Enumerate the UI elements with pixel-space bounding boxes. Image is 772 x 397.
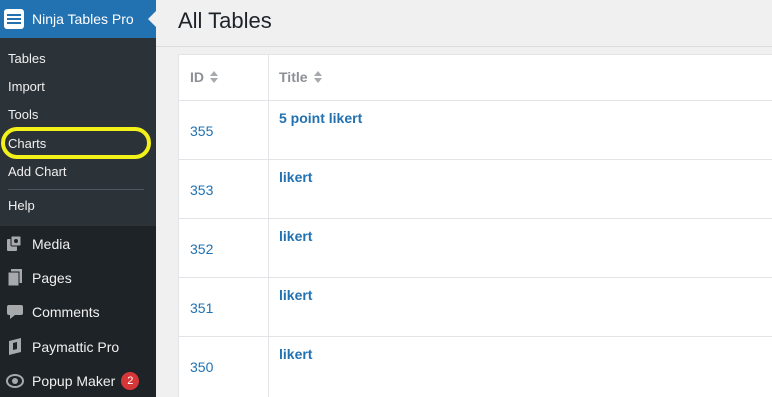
- submenu: Tables Import Tools Charts Add Chart Hel…: [0, 38, 156, 226]
- row-divider: [178, 277, 772, 278]
- submenu-item-tables[interactable]: Tables: [8, 51, 46, 66]
- menu-item-label: Paymattic Pro: [32, 339, 120, 355]
- table-row-title[interactable]: likert: [279, 346, 312, 362]
- table-row-id[interactable]: 352: [190, 241, 213, 257]
- row-divider: [178, 159, 772, 160]
- table-icon: [4, 9, 24, 29]
- sort-icon: [210, 71, 218, 83]
- submenu-item-tools[interactable]: Tools: [8, 107, 38, 122]
- menu-item-pages[interactable]: Pages: [0, 261, 156, 295]
- menu-item-label: Ninja Tables Pro: [32, 11, 134, 27]
- submenu-divider: [8, 189, 144, 190]
- column-divider: [268, 54, 269, 397]
- menu-item-label: Popup Maker: [32, 373, 116, 389]
- row-divider: [178, 218, 772, 219]
- page-title: All Tables: [178, 8, 272, 33]
- table-row-title[interactable]: likert: [279, 169, 312, 185]
- submenu-item-import[interactable]: Import: [8, 79, 45, 94]
- comments-icon: [5, 303, 25, 321]
- menu-item-comments[interactable]: Comments: [0, 295, 156, 329]
- column-header-label: ID: [190, 69, 204, 85]
- popup-maker-icon: [5, 372, 25, 390]
- table-row-id[interactable]: 355: [190, 123, 213, 139]
- menu-item-paymattic-pro[interactable]: Paymattic Pro: [0, 330, 156, 364]
- menu-item-label: Pages: [32, 270, 72, 286]
- paymattic-icon: [5, 338, 25, 356]
- media-icon: [5, 235, 25, 253]
- menu-item-popup-maker[interactable]: Popup Maker 2: [0, 364, 156, 397]
- column-header-label: Title: [279, 69, 308, 85]
- table-row-id[interactable]: 353: [190, 182, 213, 198]
- column-header-title[interactable]: Title: [279, 69, 322, 85]
- header-divider: [156, 46, 772, 47]
- menu-item-label: Media: [32, 236, 71, 252]
- menu-item-label: Comments: [32, 304, 100, 320]
- table-row-title[interactable]: likert: [279, 287, 312, 303]
- pages-icon: [5, 269, 25, 287]
- sort-icon: [313, 71, 322, 83]
- notification-badge: 2: [121, 372, 140, 390]
- current-menu-arrow: [148, 11, 156, 27]
- table-row-id[interactable]: 350: [190, 359, 213, 375]
- menu-item-ninja-tables[interactable]: Ninja Tables Pro: [0, 0, 156, 38]
- admin-sidebar: Ninja Tables Pro Tables Import Tools Cha…: [0, 0, 156, 397]
- submenu-item-add-chart[interactable]: Add Chart: [8, 164, 67, 179]
- submenu-item-help[interactable]: Help: [8, 198, 35, 213]
- row-divider: [178, 100, 772, 101]
- column-header-id[interactable]: ID: [190, 69, 218, 85]
- menu-item-media[interactable]: Media: [0, 227, 156, 261]
- charts-highlight-annotation: [1, 127, 151, 159]
- table-row-title[interactable]: likert: [279, 228, 312, 244]
- table-row-id[interactable]: 351: [190, 300, 213, 316]
- row-divider: [178, 336, 772, 337]
- table-row-title[interactable]: 5 point likert: [279, 110, 362, 126]
